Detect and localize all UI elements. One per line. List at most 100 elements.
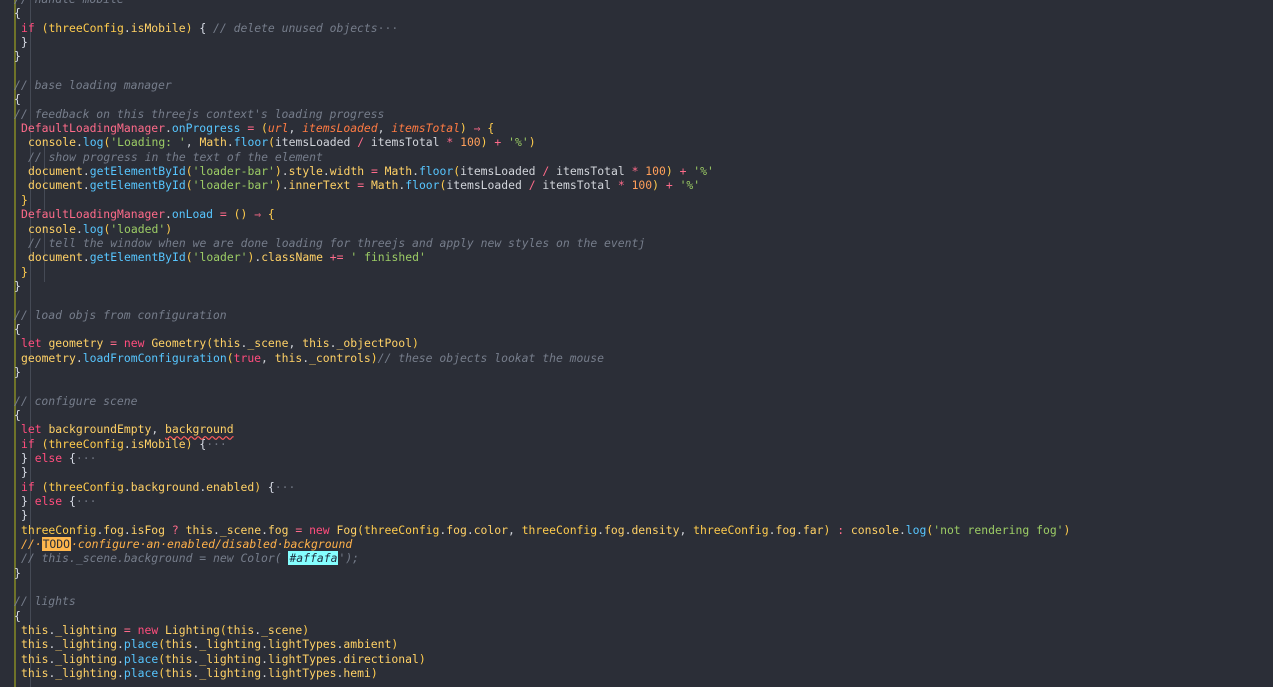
code-line[interactable]: } — [0, 508, 1273, 522]
code-token: 'loader' — [192, 250, 248, 265]
code-line[interactable]: } — [0, 35, 1273, 49]
code-line[interactable]: DefaultLoadingManager.onProgress = (url,… — [0, 121, 1273, 135]
code-line[interactable]: geometry.loadFromConfiguration(true, thi… — [0, 351, 1273, 365]
code-line[interactable]: { — [0, 408, 1273, 422]
code-line[interactable]: } — [0, 465, 1273, 479]
fold-ellipsis[interactable]: ··· — [76, 451, 97, 465]
code-token: { — [14, 407, 21, 422]
code-line[interactable]: let backgroundEmpty, background — [0, 422, 1273, 436]
code-token: ( — [226, 350, 234, 365]
code-token: Geometry — [151, 336, 207, 351]
code-line[interactable]: { — [0, 322, 1273, 336]
code-token: . — [165, 207, 172, 222]
code-token: new — [123, 336, 145, 351]
code-line[interactable]: } — [0, 193, 1273, 207]
code-line[interactable]: if (threeConfig.background.enabled) {··· — [0, 480, 1273, 494]
code-line[interactable]: } — [0, 566, 1273, 580]
code-line[interactable]: // base loading manager — [0, 78, 1273, 92]
code-token: itemsTotal — [549, 164, 632, 179]
code-token: Fog — [336, 522, 358, 537]
code-token: ) — [665, 164, 673, 179]
code-token: ·configure·an·enabled/disabled·backgroun… — [71, 537, 353, 552]
code-token: } — [21, 494, 28, 509]
code-token: style — [288, 164, 323, 179]
code-token: = — [219, 207, 227, 222]
code-line[interactable]: document.getElementById('loader').classN… — [0, 250, 1273, 264]
code-line[interactable]: } — [0, 365, 1273, 379]
code-line[interactable]: console.log('loaded') — [0, 222, 1273, 236]
code-token: floor — [418, 164, 454, 179]
code-line[interactable]: this._lighting = new Lighting(this._scen… — [0, 623, 1273, 637]
code-token: . — [261, 651, 268, 666]
code-token: 'Loading: ' — [110, 135, 186, 150]
code-line[interactable]: if (threeConfig.isMobile) { // delete un… — [0, 21, 1273, 35]
code-token: } — [14, 278, 21, 293]
code-line[interactable]: // configure scene — [0, 394, 1273, 408]
code-line[interactable] — [0, 293, 1273, 307]
code-line[interactable]: } else {··· — [0, 451, 1273, 465]
code-line[interactable]: // load objs from configuration — [0, 308, 1273, 322]
code-line[interactable]: DefaultLoadingManager.onLoad = () ⇒ { — [0, 207, 1273, 221]
code-line[interactable]: // tell the window when we are done load… — [0, 236, 1273, 250]
code-token: / — [528, 178, 536, 193]
fold-ellipsis[interactable]: ··· — [206, 437, 227, 451]
code-token: . — [76, 221, 83, 236]
code-line[interactable]: this._lighting.place(this._lighting.ligh… — [0, 652, 1273, 666]
code-line[interactable]: let geometry = new Geometry(this._scene,… — [0, 336, 1273, 350]
code-token: this — [165, 637, 193, 652]
code-area[interactable]: // handle mobile{if (threeConfig.isMobil… — [0, 0, 1273, 681]
code-line[interactable]: { — [0, 92, 1273, 106]
code-token: ) — [274, 164, 282, 179]
code-token: , — [288, 336, 303, 351]
code-editor[interactable]: // handle mobile{if (threeConfig.isMobil… — [0, 0, 1273, 687]
code-line[interactable]: // this._scene.background = new Color( #… — [0, 551, 1273, 566]
code-line[interactable]: document.getElementById('loader-bar').st… — [0, 164, 1273, 178]
code-token: getElementById — [89, 250, 186, 265]
fold-ellipsis[interactable]: ··· — [378, 21, 399, 35]
code-token: new — [309, 522, 330, 537]
code-line[interactable]: // lights — [0, 594, 1273, 608]
code-token: new — [137, 623, 159, 638]
code-token: . — [796, 522, 803, 537]
code-line[interactable]: this._lighting.place(this._lighting.ligh… — [0, 666, 1273, 680]
code-token: Math — [384, 164, 413, 179]
code-line[interactable]: } — [0, 279, 1273, 293]
code-line[interactable]: { — [0, 609, 1273, 623]
code-line[interactable]: } — [0, 49, 1273, 63]
code-line[interactable]: this._lighting.place(this._lighting.ligh… — [0, 637, 1273, 651]
code-line[interactable] — [0, 64, 1273, 78]
code-token: ) — [480, 135, 488, 150]
code-line[interactable]: } — [0, 265, 1273, 279]
code-line[interactable]: { — [0, 6, 1273, 20]
code-token: . — [261, 666, 268, 681]
code-line[interactable]: // feedback on this threejs context's lo… — [0, 107, 1273, 121]
code-token: itemsTotal — [364, 135, 447, 150]
code-line[interactable]: document.getElementById('loader-bar').in… — [0, 178, 1273, 192]
code-line[interactable] — [0, 580, 1273, 594]
code-comment: // tell the window when we are done load… — [28, 235, 646, 250]
code-line[interactable]: // show progress in the text of the elem… — [0, 150, 1273, 164]
code-line[interactable]: if (threeConfig.isMobile) {··· — [0, 437, 1273, 451]
code-token: itemsLoaded — [446, 178, 529, 193]
code-token: { — [69, 494, 76, 509]
code-token: ( — [268, 135, 275, 150]
fold-ellipsis[interactable]: ··· — [76, 494, 97, 508]
code-line[interactable]: } else {··· — [0, 494, 1273, 508]
code-line[interactable] — [0, 379, 1273, 393]
code-token: ( — [219, 623, 227, 638]
code-token: this — [21, 666, 49, 681]
code-line[interactable]: threeConfig.fog.isFog ? this._scene.fog … — [0, 523, 1273, 537]
code-line[interactable]: //·TODO·configure·an·enabled/disabled·ba… — [0, 537, 1273, 552]
code-token: url — [267, 121, 289, 136]
code-line[interactable]: console.log('Loading: ', Math.floor(item… — [0, 135, 1273, 149]
code-token: place — [123, 637, 159, 652]
code-token: ⇒ — [473, 121, 481, 136]
code-token: } — [21, 508, 28, 523]
fold-ellipsis[interactable]: ··· — [275, 480, 296, 494]
